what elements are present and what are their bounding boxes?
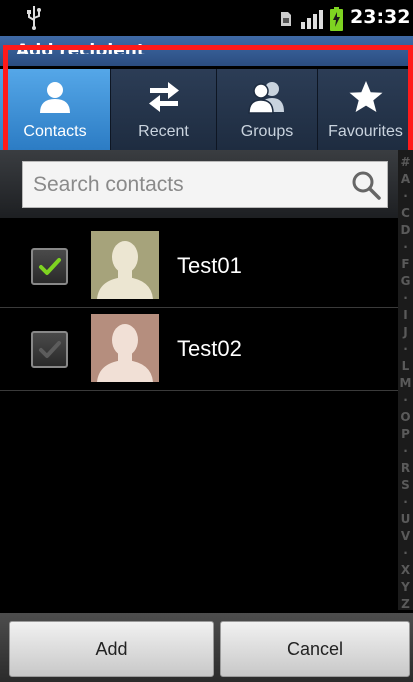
contact-checkbox[interactable] (31, 248, 68, 285)
battery-charging-icon (330, 7, 343, 31)
signal-icon (301, 10, 323, 29)
index-letter[interactable]: · (398, 547, 413, 559)
sim-icon (281, 12, 291, 26)
search-area (0, 150, 398, 218)
avatar (91, 231, 159, 299)
index-letter[interactable]: P (398, 428, 413, 440)
tab-recent[interactable]: Recent (111, 69, 217, 150)
index-letter[interactable]: A (398, 173, 413, 185)
index-letter[interactable]: · (398, 445, 413, 457)
alphabet-index-strip[interactable]: # A · C D · F G · I J · L M · O P · R S · U V · X Y Z (398, 150, 413, 610)
checkmark-icon (39, 341, 61, 358)
search-input[interactable] (33, 162, 333, 207)
contact-row[interactable]: Test02 (0, 308, 398, 391)
cancel-button[interactable]: Cancel (220, 621, 410, 677)
index-letter[interactable]: C (398, 207, 413, 219)
contact-row[interactable]: Test01 (0, 225, 398, 308)
tab-label: Recent (138, 123, 189, 140)
contact-checkbox[interactable] (31, 331, 68, 368)
add-button[interactable]: Add (9, 621, 214, 677)
index-letter[interactable]: I (398, 309, 413, 321)
search-icon[interactable] (351, 170, 381, 200)
index-letter[interactable]: O (398, 411, 413, 423)
tab-label: Groups (240, 123, 294, 140)
index-letter[interactable]: M (398, 377, 413, 389)
index-letter[interactable]: D (398, 224, 413, 236)
index-letter[interactable]: # (398, 156, 413, 168)
usb-icon (27, 6, 41, 30)
avatar (91, 314, 159, 382)
index-letter[interactable]: F (398, 258, 413, 270)
group-icon (247, 79, 287, 115)
page-title: Add recipient (16, 41, 145, 54)
clock: 23:32 (350, 6, 411, 28)
index-letter[interactable]: V (398, 530, 413, 542)
index-letter[interactable]: Y (398, 581, 413, 593)
index-letter[interactable]: J (398, 326, 413, 338)
index-letter[interactable]: · (398, 292, 413, 304)
tab-favourites[interactable]: Favourites (318, 69, 413, 150)
tab-label: Favourites (328, 123, 403, 140)
tab-bar: Contacts Recent Groups Favourites (0, 69, 413, 150)
index-letter[interactable]: L (398, 360, 413, 372)
index-letter[interactable]: X (398, 564, 413, 576)
index-letter[interactable]: · (398, 343, 413, 355)
contact-name: Test01 (177, 253, 242, 278)
person-icon (35, 79, 75, 115)
index-letter[interactable]: · (398, 241, 413, 253)
search-box (22, 161, 388, 208)
star-icon (346, 79, 386, 115)
index-letter[interactable]: S (398, 479, 413, 491)
index-letter[interactable]: U (398, 513, 413, 525)
status-bar: 23:32 (0, 0, 413, 36)
tab-groups[interactable]: Groups (217, 69, 318, 150)
index-letter[interactable]: · (398, 496, 413, 508)
index-letter[interactable]: G (398, 275, 413, 287)
index-letter[interactable]: R (398, 462, 413, 474)
swap-arrows-icon (144, 79, 184, 115)
index-letter[interactable]: · (398, 394, 413, 406)
checkmark-icon (39, 258, 61, 275)
bottom-bar: Add Cancel (0, 613, 413, 682)
contact-name: Test02 (177, 336, 242, 361)
tab-contacts[interactable]: Contacts (0, 69, 111, 150)
tab-label: Contacts (23, 123, 87, 140)
index-letter[interactable]: · (398, 190, 413, 202)
index-letter[interactable]: Z (398, 598, 413, 610)
